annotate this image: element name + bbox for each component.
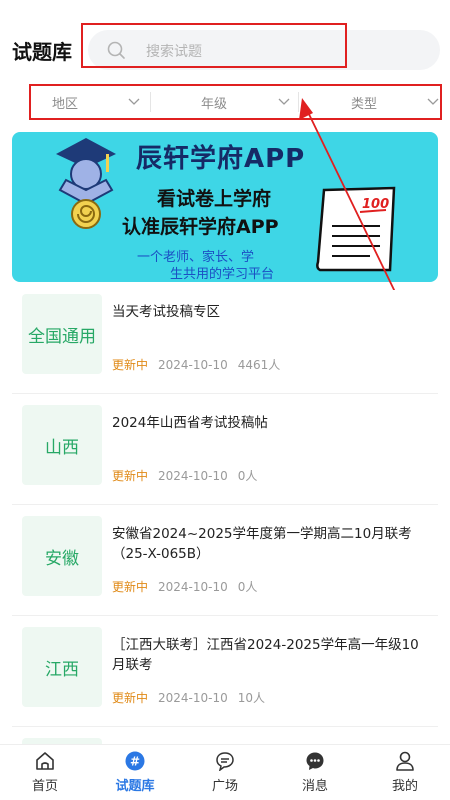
nav-question-bank[interactable]: # 试题库 [90, 745, 180, 800]
svg-text:#: # [130, 755, 140, 769]
page-title: 试题库 [12, 40, 72, 64]
nav-question-bank-label: 试题库 [115, 779, 155, 794]
banner-title: 辰轩学府APP [136, 144, 306, 174]
item-date: 2024-10-10 [158, 580, 228, 594]
status-badge: 更新中 [112, 580, 149, 594]
item-title: 当天考试投稿专区 [112, 304, 220, 320]
nav-square-label: 广场 [211, 779, 238, 794]
banner-line1: 看试卷上学府 [157, 188, 272, 210]
region-tag: 江西 [22, 627, 102, 707]
item-title: ［江西大联考］江西省2024-2025学年高一年级10月联考 [112, 637, 419, 673]
message-icon [306, 752, 324, 770]
banner-sub2: 生共用的学习平台 [170, 267, 275, 282]
item-date: 2024-10-10 [158, 358, 228, 372]
status-badge: 更新中 [112, 469, 149, 483]
item-count: 0人 [237, 469, 258, 483]
status-badge: 更新中 [112, 358, 149, 372]
nav-home[interactable]: 首页 [0, 745, 90, 800]
nav-messages[interactable]: 消息 [270, 745, 360, 800]
item-meta: 更新中 2024-10-10 0人 [112, 467, 257, 484]
exam-paper-icon: 100 [316, 186, 396, 272]
bottom-nav: 首页 # 试题库 广场 消息 我的 [0, 744, 450, 800]
nav-square[interactable]: 广场 [180, 745, 270, 800]
home-icon [36, 752, 54, 770]
region-tag: 全国通用 [22, 294, 102, 374]
nav-home-label: 首页 [31, 779, 58, 794]
item-meta: 更新中 2024-10-10 10人 [112, 689, 265, 706]
promo-banner[interactable]: 辰轩学府APP 看试卷上学府 认准辰轩学府APP 一个老师、家长、学 生共用的学… [12, 132, 438, 282]
item-count: 4461人 [237, 358, 281, 372]
banner-line2: 认准辰轩学府APP [122, 216, 279, 238]
item-meta: 更新中 2024-10-10 0人 [112, 578, 257, 595]
nav-profile[interactable]: 我的 [360, 745, 450, 800]
item-date: 2024-10-10 [158, 691, 228, 705]
list-item[interactable]: 全国通用 当天考试投稿专区 更新中 2024-10-10 4461人 [12, 290, 438, 394]
item-count: 10人 [237, 691, 266, 705]
item-count: 0人 [237, 580, 258, 594]
list-item[interactable]: 安徽 安徽省2024~2025学年度第一学期高二10月联考（25-X-065B）… [12, 512, 438, 616]
list-item[interactable]: 江西 ［江西大联考］江西省2024-2025学年高一年级10月联考 更新中 202… [12, 623, 438, 727]
item-meta: 更新中 2024-10-10 4461人 [112, 356, 280, 373]
chat-bubble-icon [216, 752, 234, 771]
nav-profile-label: 我的 [391, 779, 418, 794]
status-badge: 更新中 [112, 691, 149, 705]
user-icon [396, 751, 414, 771]
region-tag: 山西 [22, 405, 102, 485]
list-item[interactable]: 山西 2024年山西省考试投稿帖 更新中 2024-10-10 0人 [12, 401, 438, 505]
nav-messages-label: 消息 [301, 779, 328, 794]
hash-icon: # [125, 751, 145, 771]
item-title: 安徽省2024~2025学年度第一学期高二10月联考（25-X-065B） [112, 526, 412, 562]
item-title: 2024年山西省考试投稿帖 [112, 415, 268, 431]
region-tag: 安徽 [22, 516, 102, 596]
annotation-highlight-search [81, 23, 347, 68]
mascot-icon [56, 138, 116, 229]
annotation-highlight-filters [29, 84, 442, 120]
item-date: 2024-10-10 [158, 469, 228, 483]
